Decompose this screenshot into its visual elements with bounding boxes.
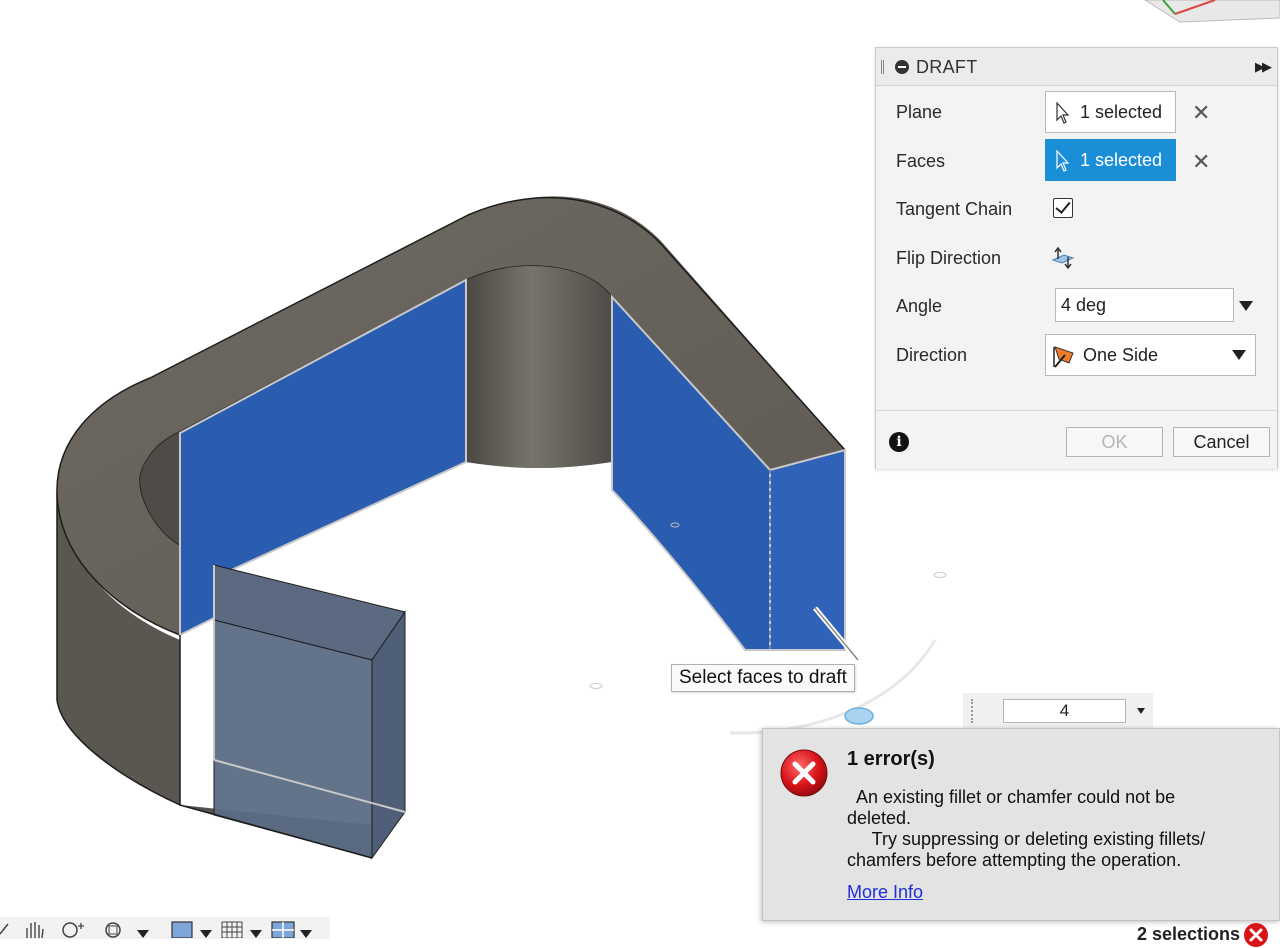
angle-manipulator-box: 4 xyxy=(963,693,1153,729)
expand-arrows-icon[interactable]: ▶▶ xyxy=(1255,59,1272,75)
error-popup: 1 error(s) An existing fillet or chamfer… xyxy=(762,728,1280,921)
collapse-icon[interactable] xyxy=(895,60,909,74)
selection-error-icon[interactable] xyxy=(1243,922,1269,948)
faces-select-button[interactable]: 1 selected xyxy=(1045,139,1176,181)
ok-button[interactable]: OK xyxy=(1066,427,1163,457)
angle-manipulator-input[interactable]: 4 xyxy=(1003,699,1126,723)
error-message-line: An existing fillet or chamfer could not … xyxy=(847,787,1176,807)
tangent-chain-label: Tangent Chain xyxy=(896,199,1013,219)
more-info-link[interactable]: More Info xyxy=(847,882,923,903)
error-message-line: chamfers before attempting the operation… xyxy=(847,850,1182,870)
angle-label: Angle xyxy=(896,296,943,316)
cursor-icon xyxy=(1056,150,1070,172)
viewports-dropdown-arrow-icon[interactable] xyxy=(300,930,312,938)
error-message-line: Try suppressing or deleting existing fil… xyxy=(847,829,1206,849)
flip-direction-label: Flip Direction xyxy=(896,248,1002,268)
tooltip: Select faces to draft xyxy=(671,664,855,692)
draft-panel: DRAFT ▶▶ Plane 1 selected ✕ Faces 1 sele… xyxy=(875,47,1278,469)
error-icon xyxy=(780,749,828,797)
panel-header[interactable]: DRAFT ▶▶ xyxy=(876,48,1277,86)
angle-input[interactable]: 4 deg xyxy=(1055,288,1234,322)
drag-handle-icon[interactable] xyxy=(971,699,977,723)
model-body[interactable] xyxy=(56,196,847,860)
panel-footer: i OK Cancel xyxy=(876,410,1277,469)
error-title: 1 error(s) xyxy=(847,748,935,770)
viewports-icon[interactable] xyxy=(270,920,296,938)
cancel-button[interactable]: Cancel xyxy=(1173,427,1270,457)
display-settings-icon[interactable] xyxy=(170,920,196,938)
zoom-dropdown-arrow-icon[interactable] xyxy=(137,930,149,938)
panel-title: DRAFT xyxy=(916,57,978,77)
plane-label: Plane xyxy=(896,102,943,122)
view-cube[interactable] xyxy=(1144,0,1280,23)
fit-icon[interactable] xyxy=(102,920,126,938)
orbit-icon[interactable] xyxy=(0,920,14,938)
pan-hand-icon[interactable] xyxy=(22,920,46,938)
flip-direction-icon[interactable] xyxy=(1050,245,1076,269)
error-message-line: deleted. xyxy=(847,808,912,828)
one-side-icon xyxy=(1053,346,1074,368)
manipulator-dropdown-arrow-icon[interactable] xyxy=(1137,708,1145,714)
clear-faces-icon[interactable]: ✕ xyxy=(1192,151,1210,173)
direction-select[interactable]: One Side xyxy=(1045,334,1256,376)
checkmark-icon xyxy=(1055,198,1071,214)
cursor-icon xyxy=(1056,102,1070,124)
plane-select-text: 1 selected xyxy=(1080,102,1163,122)
grid-icon[interactable] xyxy=(220,920,246,938)
navigation-toolbar xyxy=(0,917,330,939)
clear-plane-icon[interactable]: ✕ xyxy=(1192,102,1210,124)
plane-select-button[interactable]: 1 selected xyxy=(1045,91,1176,133)
direction-value: One Side xyxy=(1083,345,1159,365)
direction-label: Direction xyxy=(896,345,968,365)
selection-count[interactable]: 2 selections xyxy=(1137,924,1240,945)
angle-dropdown-arrow-icon[interactable] xyxy=(1239,301,1253,311)
grid-dropdown-arrow-icon[interactable] xyxy=(250,930,262,938)
direction-dropdown-arrow-icon xyxy=(1232,350,1246,360)
display-dropdown-arrow-icon[interactable] xyxy=(200,930,212,938)
selected-face-end[interactable] xyxy=(769,448,846,651)
tangent-chain-checkbox[interactable] xyxy=(1053,198,1073,218)
info-icon[interactable]: i xyxy=(889,432,909,452)
zoom-icon[interactable] xyxy=(60,920,88,938)
drag-grip-icon[interactable] xyxy=(881,60,884,74)
faces-select-text: 1 selected xyxy=(1080,150,1163,170)
faces-label: Faces xyxy=(896,151,946,171)
